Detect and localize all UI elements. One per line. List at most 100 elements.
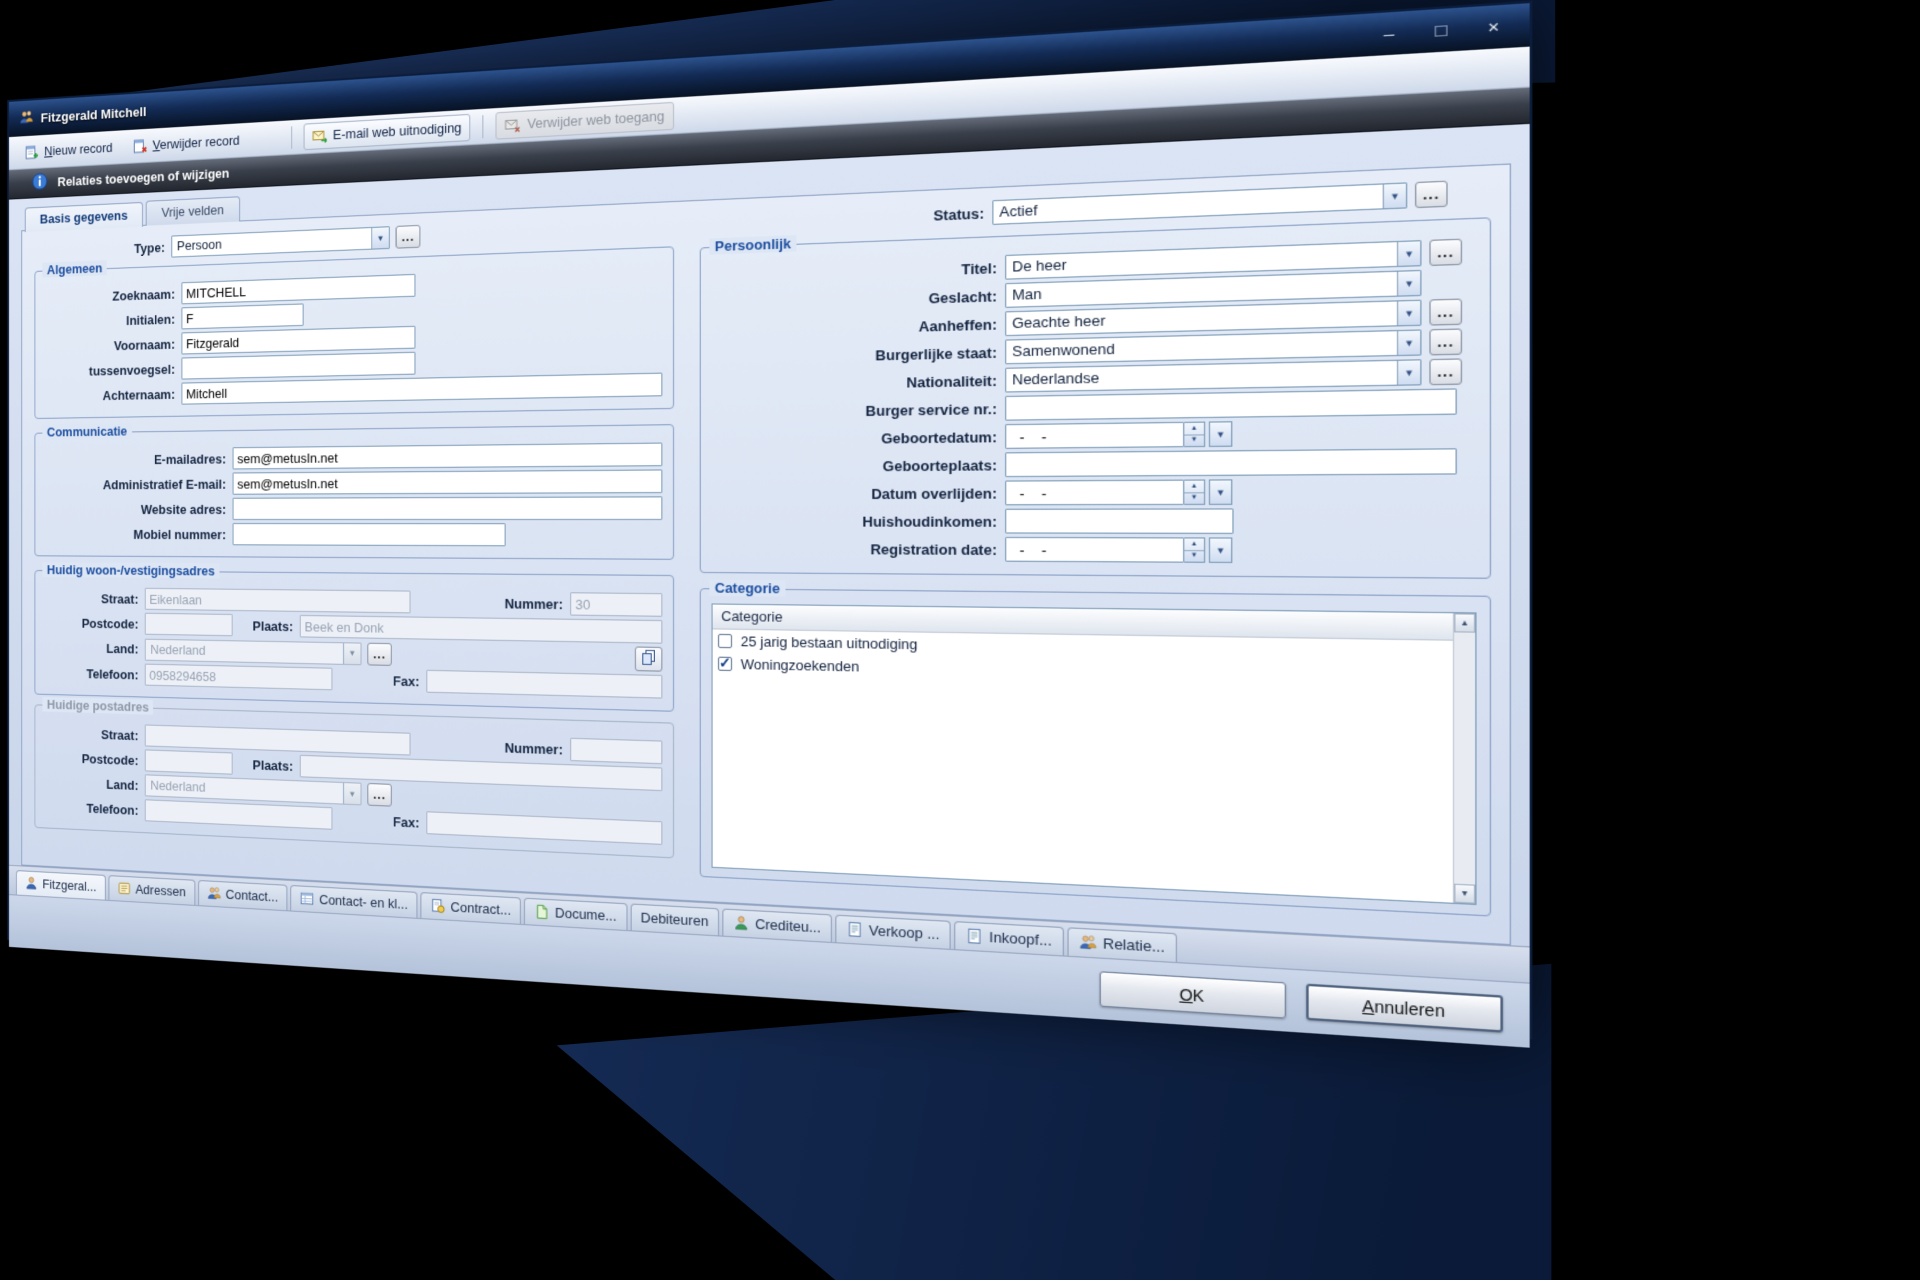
tab-vrije-velden[interactable]: Vrije velden — [146, 196, 240, 225]
copy-address-button[interactable] — [635, 646, 662, 671]
bottom-tab-label: Adressen — [135, 882, 185, 900]
chevron-down-icon: ▼ — [343, 783, 360, 804]
type-browse-button[interactable]: ... — [396, 225, 421, 249]
datum-overlijden-spinner[interactable]: ▲ ▼ — [1184, 479, 1205, 505]
maximize-button[interactable]: □ — [1422, 16, 1461, 45]
geboortedatum-calendar-button[interactable]: ▼ — [1209, 421, 1232, 447]
spin-down-icon[interactable]: ▼ — [1184, 551, 1204, 562]
spin-up-icon[interactable]: ▲ — [1184, 423, 1204, 435]
minimize-button[interactable]: – — [1370, 19, 1409, 48]
people-icon — [1079, 934, 1097, 952]
woon-straat-input — [145, 588, 411, 614]
post-telefoon-input — [145, 799, 333, 830]
datum-overlijden-input[interactable] — [1005, 480, 1184, 506]
status-label: Status: — [700, 204, 984, 232]
chevron-down-icon[interactable]: ▼ — [1397, 360, 1420, 384]
chevron-down-icon[interactable]: ▼ — [1397, 331, 1420, 355]
bottom-tab-label: Crediteu... — [755, 916, 821, 936]
huishoudinkomen-input[interactable] — [1005, 508, 1233, 534]
post-telefoon-label: Telefoon: — [44, 798, 138, 817]
bottom-tab-label: Contract... — [451, 899, 511, 918]
mobiel-input[interactable] — [233, 523, 506, 546]
burgerlijke-staat-combobox[interactable]: Samenwonend ▼ — [1005, 329, 1421, 364]
chevron-down-icon[interactable]: ▼ — [1397, 301, 1420, 325]
app-window: Fitzgerald Mitchell – □ × Nieuw record V… — [7, 1, 1532, 1040]
spin-down-icon[interactable]: ▼ — [1184, 435, 1204, 446]
maximize-icon: □ — [1435, 20, 1447, 41]
voornaam-input[interactable] — [181, 326, 415, 355]
category-checkbox-1[interactable]: ✓ — [718, 657, 732, 671]
remove-web-access-button: Verwijder web toegang — [496, 101, 674, 139]
spin-up-icon[interactable]: ▲ — [1184, 481, 1204, 493]
chevron-down-icon[interactable]: ▼ — [1397, 241, 1420, 266]
woon-fax-input — [426, 670, 662, 699]
datum-overlijden-calendar-button[interactable]: ▼ — [1209, 479, 1232, 505]
burgerlijke-staat-browse-button[interactable]: ... — [1429, 328, 1462, 355]
type-combobox[interactable]: Persoon ▼ — [171, 226, 389, 257]
email-web-invite-button[interactable]: E-mail web uitnodiging — [303, 113, 470, 149]
status-browse-button[interactable]: ... — [1415, 181, 1448, 209]
check-icon: ✓ — [719, 654, 731, 672]
huishoudinkomen-label: Huishoudinkomen: — [712, 513, 997, 530]
scroll-down-button[interactable]: ▼ — [1454, 884, 1475, 904]
close-button[interactable]: × — [1474, 13, 1514, 42]
post-land-browse-button[interactable]: ... — [367, 783, 391, 807]
spin-down-icon[interactable]: ▼ — [1184, 493, 1204, 504]
bottom-tab-label: Relatie... — [1103, 935, 1165, 956]
emailadres-input[interactable] — [233, 443, 663, 470]
geboortedatum-spinner[interactable]: ▲ ▼ — [1184, 422, 1205, 448]
woon-postcode-input — [145, 613, 233, 636]
tussenvoegsel-label: tussenvoegsel: — [44, 361, 175, 379]
ok-button[interactable]: OK — [1100, 971, 1286, 1018]
chevron-down-icon[interactable]: ▼ — [1383, 184, 1406, 209]
chevron-down-icon[interactable]: ▼ — [371, 227, 389, 248]
category-checkbox-0[interactable]: ✓ — [718, 634, 732, 648]
geboorteplaats-input[interactable] — [1005, 448, 1457, 477]
titel-browse-button[interactable]: ... — [1429, 239, 1462, 266]
new-record-icon — [25, 144, 39, 160]
tussenvoegsel-input[interactable] — [181, 352, 415, 380]
aanheffen-browse-button[interactable]: ... — [1429, 298, 1462, 325]
bottom-tab-label: Fitzgeral... — [42, 876, 96, 894]
group-categorie: Categorie Categorie ✓ 25 jarig bestaan u… — [700, 588, 1491, 916]
woon-land-browse-button[interactable]: ... — [367, 642, 391, 665]
delete-record-label: Verwijder record — [153, 132, 240, 152]
scrollbar-track[interactable] — [1454, 632, 1475, 884]
email-web-invite-label: E-mail web uitnodiging — [333, 120, 462, 143]
achternaam-label: Achternaam: — [44, 386, 175, 403]
new-record-button[interactable]: Nieuw record — [18, 135, 120, 164]
type-label: Type: — [34, 239, 164, 259]
chevron-down-icon: ▼ — [1216, 487, 1226, 497]
invoice-icon — [966, 927, 983, 945]
bsn-input[interactable] — [1005, 388, 1457, 420]
chevron-down-icon[interactable]: ▼ — [1397, 271, 1420, 295]
website-input[interactable] — [233, 496, 663, 520]
delete-record-button[interactable]: Verwijder record — [125, 127, 247, 158]
registration-date-input[interactable] — [1005, 537, 1184, 563]
nationaliteit-combobox[interactable]: Nederlandse ▼ — [1005, 359, 1421, 392]
bsn-label: Burger service nr.: — [712, 400, 997, 421]
toolbar-separator — [291, 126, 292, 148]
initialen-input[interactable] — [181, 303, 303, 329]
post-postcode-input — [145, 749, 233, 774]
cancel-button[interactable]: Annuleren — [1306, 984, 1503, 1033]
nationaliteit-value: Nederlandse — [1006, 361, 1397, 392]
tab-basis-gegevens[interactable]: Basis gegevens — [25, 202, 143, 232]
dialog-header-title: Relaties toevoegen of wijzigen — [57, 165, 229, 189]
registration-date-spinner[interactable]: ▲ ▼ — [1184, 537, 1205, 563]
group-woonadres-title: Huidig woon-/vestigingsadres — [42, 562, 219, 578]
registration-date-calendar-button[interactable]: ▼ — [1209, 537, 1232, 563]
spin-up-icon[interactable]: ▲ — [1184, 538, 1204, 550]
categorie-scrollbar[interactable]: ▲ ▼ — [1453, 613, 1475, 904]
administratief-email-input[interactable] — [233, 469, 663, 494]
status-combobox[interactable]: Actief ▼ — [992, 182, 1407, 225]
group-woonadres: Huidig woon-/vestigingsadres Straat: Num… — [34, 570, 674, 712]
caption-buttons: – □ × — [1370, 13, 1514, 48]
geboortedatum-input[interactable] — [1005, 422, 1184, 449]
nationaliteit-browse-button[interactable]: ... — [1429, 358, 1462, 385]
window-title: Fitzgerald Mitchell — [41, 103, 147, 124]
zoeknaam-input[interactable] — [181, 274, 415, 304]
scroll-up-button[interactable]: ▲ — [1454, 613, 1475, 632]
initialen-label: Initialen: — [44, 311, 175, 330]
close-icon: × — [1488, 17, 1500, 38]
